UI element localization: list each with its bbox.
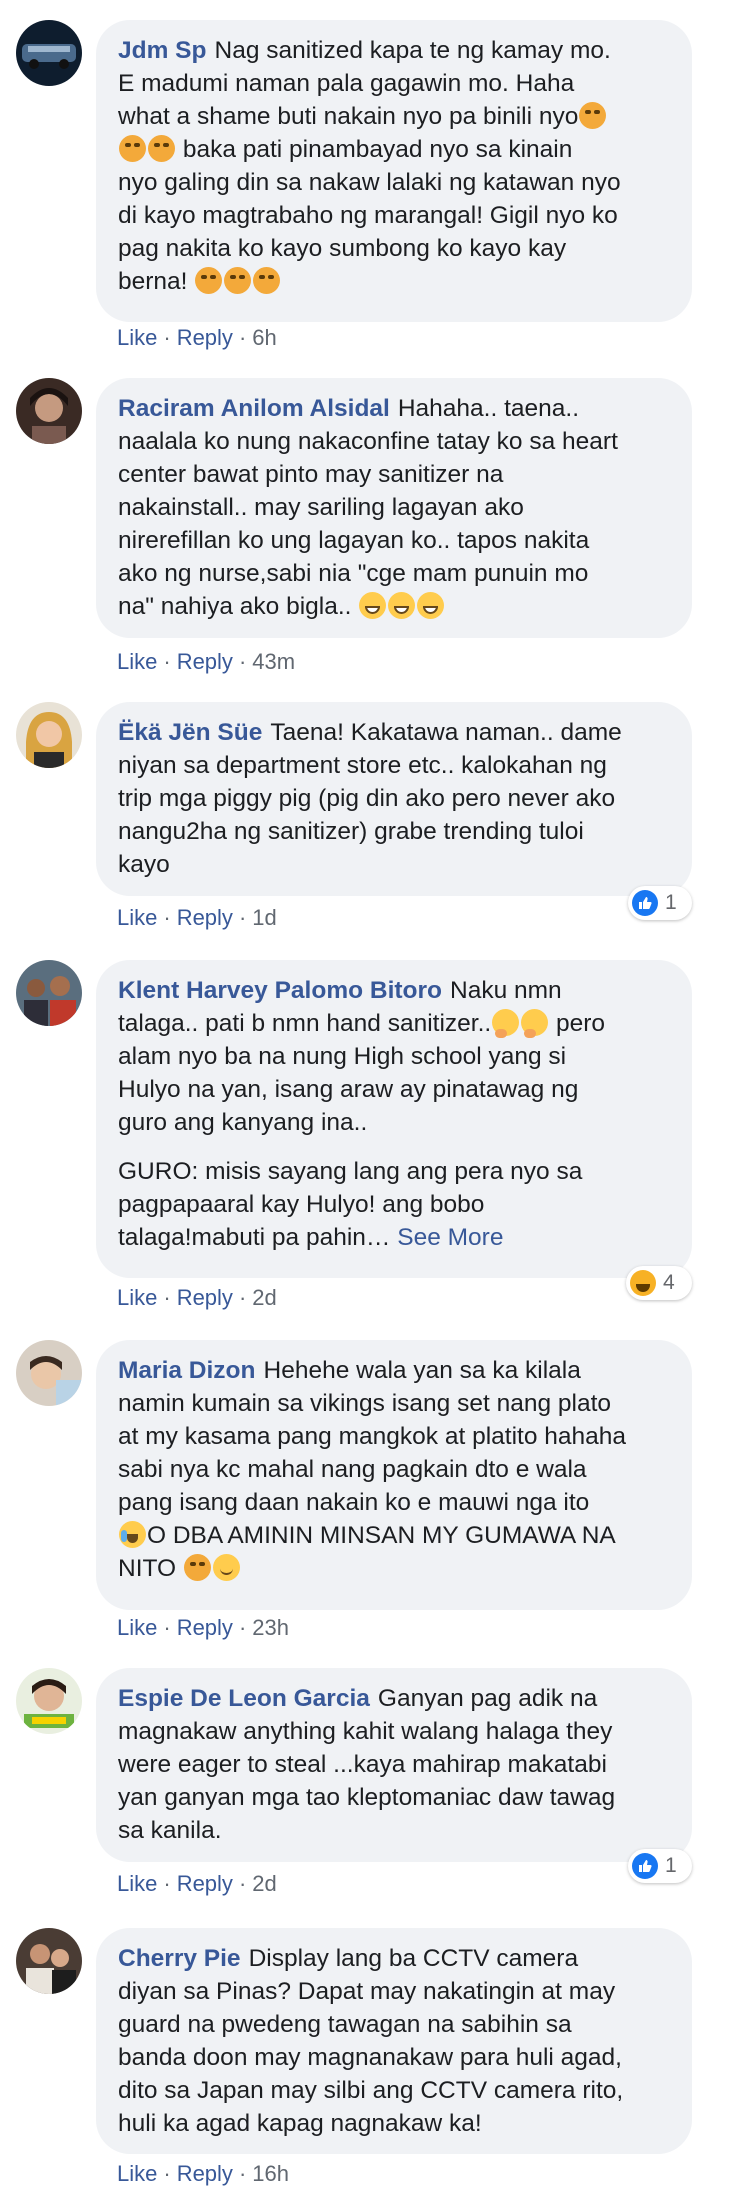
comment-timestamp[interactable]: 23h [252, 1615, 289, 1640]
grinning-face-emoji [388, 592, 416, 619]
reaction-count: 1 [665, 1854, 677, 1877]
like-link[interactable]: Like [117, 1615, 157, 1640]
comment-bubble: Espie De Leon Garcia Ganyan pag adik na m… [96, 1668, 692, 1862]
like-link[interactable]: Like [117, 2161, 157, 2186]
commenter-name[interactable]: Ëkä Jën Süe [118, 719, 262, 746]
comment-timestamp[interactable]: 43m [252, 649, 295, 674]
comment-actions: Like · Reply · 23h [117, 1615, 289, 1640]
comment-bubble: Ëkä Jën Süe Taena! Kakatawa naman.. dame … [96, 702, 692, 896]
commenter-name[interactable]: Raciram Anilom Alsidal [118, 395, 390, 422]
reaction-badge[interactable]: 1 [628, 1849, 692, 1883]
comment-actions: Like · Reply · 2d [117, 1285, 277, 1310]
avatar[interactable] [16, 20, 82, 86]
laughing-face-emoji [119, 1521, 146, 1548]
commenter-name[interactable]: Cherry Pie [118, 1945, 241, 1972]
reaction-count: 4 [663, 1271, 675, 1294]
tired-face-emoji [148, 135, 175, 162]
like-link[interactable]: Like [117, 649, 157, 674]
commenter-name[interactable]: Klent Harvey Palomo Bitoro [118, 977, 442, 1004]
comment-bubble: Maria Dizon Hehehe wala yan sa ka kilala … [96, 1340, 692, 1610]
avatar[interactable] [16, 1928, 82, 1994]
grinning-face-emoji [417, 592, 445, 619]
avatar[interactable] [16, 960, 82, 1026]
reaction-badge[interactable]: 4 [626, 1266, 692, 1300]
avatar[interactable] [16, 378, 82, 444]
comment-actions: Like · Reply · 1d [117, 905, 277, 930]
like-reaction-icon [632, 1853, 658, 1879]
like-reaction-icon [632, 890, 658, 916]
comment-bubble: Jdm Sp Nag sanitized kapa te ng kamay mo.… [96, 20, 692, 322]
avatar[interactable] [16, 1340, 82, 1406]
grinning-face-emoji [359, 592, 387, 619]
reply-link[interactable]: Reply [177, 325, 233, 350]
like-link[interactable]: Like [117, 325, 157, 350]
tired-face-emoji [119, 135, 146, 162]
comment-actions: Like · Reply · 2d [117, 1871, 277, 1896]
reply-link[interactable]: Reply [177, 905, 233, 930]
commenter-name[interactable]: Jdm Sp [118, 37, 207, 64]
comment-timestamp[interactable]: 6h [252, 325, 276, 350]
comment-actions: Like · Reply · 6h [117, 325, 277, 350]
avatar[interactable] [16, 1668, 82, 1734]
reaction-badge[interactable]: 1 [628, 886, 692, 920]
comment-actions: Like · Reply · 16h [117, 2161, 289, 2186]
thinking-face-emoji [521, 1009, 549, 1038]
like-link[interactable]: Like [117, 1871, 157, 1896]
comment-bubble: Cherry Pie Display lang ba CCTV camera di… [96, 1928, 692, 2154]
comment-bubble: Raciram Anilom Alsidal Hahaha.. taena.. n… [96, 378, 692, 638]
haha-reaction-icon [630, 1270, 656, 1296]
like-link[interactable]: Like [117, 1285, 157, 1310]
comment-timestamp[interactable]: 2d [252, 1871, 276, 1896]
tired-face-emoji [253, 267, 281, 294]
reply-link[interactable]: Reply [177, 1871, 233, 1896]
like-link[interactable]: Like [117, 905, 157, 930]
tired-face-emoji [195, 267, 223, 294]
reply-link[interactable]: Reply [177, 1615, 233, 1640]
comment-timestamp[interactable]: 16h [252, 2161, 289, 2186]
commenter-name[interactable]: Maria Dizon [118, 1357, 256, 1384]
commenter-name[interactable]: Espie De Leon Garcia [118, 1685, 370, 1712]
thinking-face-emoji [492, 1009, 520, 1038]
reply-link[interactable]: Reply [177, 649, 233, 674]
reaction-count: 1 [665, 891, 677, 914]
tired-face-emoji [579, 102, 607, 129]
comment-actions: Like · Reply · 43m [117, 649, 296, 674]
avatar[interactable] [16, 702, 82, 768]
tired-face-emoji [224, 267, 252, 294]
reply-link[interactable]: Reply [177, 2161, 233, 2186]
comment-timestamp[interactable]: 1d [252, 905, 276, 930]
reply-link[interactable]: Reply [177, 1285, 233, 1310]
comment-timestamp[interactable]: 2d [252, 1285, 276, 1310]
see-more-link[interactable]: See More [397, 1224, 503, 1251]
smiling-face-emoji [212, 1554, 240, 1581]
tired-face-emoji [183, 1554, 211, 1581]
comment-bubble: Klent Harvey Palomo Bitoro Naku nmn talag… [96, 960, 692, 1278]
